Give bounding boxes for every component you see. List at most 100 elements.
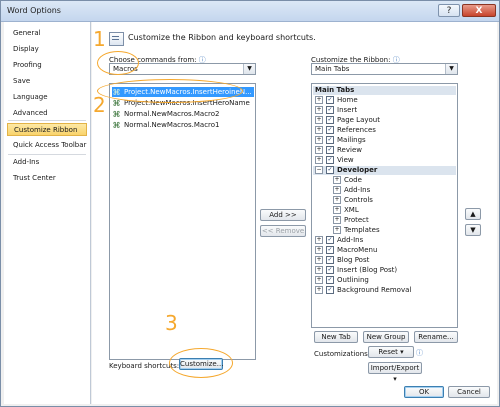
chevron-down-icon: ▼ [445,64,457,74]
import-export-button[interactable]: Import/Export ▾ [368,362,422,383]
annotation-oval [97,51,139,75]
tree-tab-mailings[interactable]: + ✓ Mailings [315,136,366,145]
expand-icon: + [315,246,323,254]
expand-icon: + [315,276,323,284]
move-down-button[interactable]: ▼ [465,224,481,236]
macro-icon: ⌘ [112,120,121,130]
annotation-oval [169,348,233,378]
move-up-button[interactable]: ▲ [465,208,481,220]
nav-divider [8,120,86,121]
annotation-oval [97,79,243,103]
expand-icon: + [315,106,323,114]
customize-ribbon-select[interactable]: Main Tabs ▼ [311,63,458,75]
help-button[interactable]: ? [438,4,460,17]
tree-group-controls[interactable]: + Controls [333,196,373,205]
nav-advanced[interactable]: Advanced [7,107,87,120]
tree-tab-page-layout[interactable]: + ✓ Page Layout [315,116,380,125]
panel-header: Customize the Ribbon and keyboard shortc… [128,33,316,42]
tree-tab-developer[interactable]: − ✓ Developer [313,166,456,175]
options-nav: General Display Proofing Save Language A… [4,22,91,404]
expand-icon: + [333,196,341,204]
ribbon-tree[interactable]: Main Tabs + ✓ Home + ✓ Insert + ✓ Page Layout … [311,83,458,328]
checkbox-icon: ✓ [326,106,334,114]
tree-tab-insert-blog-post[interactable]: + ✓ Insert (Blog Post) [315,266,397,275]
expand-icon: + [315,116,323,124]
nav-customize-ribbon[interactable]: Customize Ribbon [7,123,87,136]
annotation-number: 1 [93,27,106,51]
nav-general[interactable]: General [7,27,87,40]
expand-icon: + [333,206,341,214]
checkbox-icon: ✓ [326,256,334,264]
reset-button[interactable]: Reset ▾ [368,346,414,358]
expand-icon: + [315,96,323,104]
checkbox-icon: ✓ [326,136,334,144]
tree-tab-view[interactable]: + ✓ View [315,156,354,165]
tree-group-code[interactable]: + Code [333,176,362,185]
checkbox-icon: ✓ [326,96,334,104]
close-button[interactable]: X [462,4,496,17]
nav-quick-access-toolbar[interactable]: Quick Access Toolbar [7,139,87,152]
new-group-button[interactable]: New Group [363,331,409,343]
remove-button[interactable]: << Remove [260,225,306,237]
expand-icon: + [315,156,323,164]
info-icon: ⓘ [416,349,423,357]
nav-add-ins[interactable]: Add-Ins [7,156,87,169]
tree-header: Main Tabs [313,86,456,95]
expand-icon: + [333,226,341,234]
expand-icon: + [315,126,323,134]
title-bar: Word Options ? X [1,1,499,22]
tree-tab-background-removal[interactable]: + ✓ Background Removal [315,286,411,295]
checkbox-icon: ✓ [326,276,334,284]
tree-tab-insert[interactable]: + ✓ Insert [315,106,357,115]
nav-divider [8,154,86,155]
chevron-down-icon: ▼ [243,64,255,74]
tree-group-xml[interactable]: + XML [333,206,359,215]
expand-icon: + [333,186,341,194]
checkbox-icon: ✓ [326,146,334,154]
expand-icon: + [315,256,323,264]
checkbox-icon: ✓ [326,116,334,124]
list-item[interactable]: ⌘ Normal.NewMacros.Macro2 [112,109,220,119]
add-button[interactable]: Add >> [260,209,306,221]
tree-tab-outlining[interactable]: + ✓ Outlining [315,276,369,285]
tree-tab-home[interactable]: + ✓ Home [315,96,358,105]
window-title: Word Options [7,6,61,15]
new-tab-button[interactable]: New Tab [314,331,358,343]
checkbox-icon: ✓ [326,246,334,254]
collapse-icon: − [315,166,323,174]
commands-list[interactable]: ⌘ Project.NewMacros.InsertHeroineN... ⌘ Pr… [109,83,256,360]
tree-tab-macromenu[interactable]: + ✓ MacroMenu [315,246,377,255]
tree-group-protect[interactable]: + Protect [333,216,369,225]
nav-display[interactable]: Display [7,43,87,56]
customizations-label: Customizations: [314,350,371,358]
checkbox-icon: ✓ [326,286,334,294]
checkbox-icon: ✓ [326,126,334,134]
tree-tab-references[interactable]: + ✓ References [315,126,376,135]
tree-tab-review[interactable]: + ✓ Review [315,146,362,155]
expand-icon: + [315,146,323,154]
word-options-window: Word Options ? X General Display Proofin… [0,0,500,407]
expand-icon: + [315,236,323,244]
expand-icon: + [315,266,323,274]
tree-tab-blog-post[interactable]: + ✓ Blog Post [315,256,369,265]
rename-button[interactable]: Rename... [414,331,458,343]
ok-button[interactable]: OK [404,386,444,398]
nav-trust-center[interactable]: Trust Center [7,172,87,185]
cancel-button[interactable]: Cancel [448,386,490,398]
ribbon-icon [109,32,124,46]
nav-proofing[interactable]: Proofing [7,59,87,72]
expand-icon: + [315,136,323,144]
nav-language[interactable]: Language [7,91,87,104]
tree-group-templates[interactable]: + Templates [333,226,380,235]
list-item[interactable]: ⌘ Normal.NewMacros.Macro1 [112,120,220,130]
macro-icon: ⌘ [112,98,121,108]
checkbox-icon: ✓ [326,266,334,274]
annotation-number: 2 [93,93,106,117]
tree-group-add-ins[interactable]: + Add-Ins [333,186,370,195]
nav-save[interactable]: Save [7,75,87,88]
checkbox-icon: ✓ [326,166,334,174]
checkbox-icon: ✓ [326,236,334,244]
macro-icon: ⌘ [112,109,121,119]
tree-tab-add-ins[interactable]: + ✓ Add-Ins [315,236,363,245]
expand-icon: + [333,176,341,184]
